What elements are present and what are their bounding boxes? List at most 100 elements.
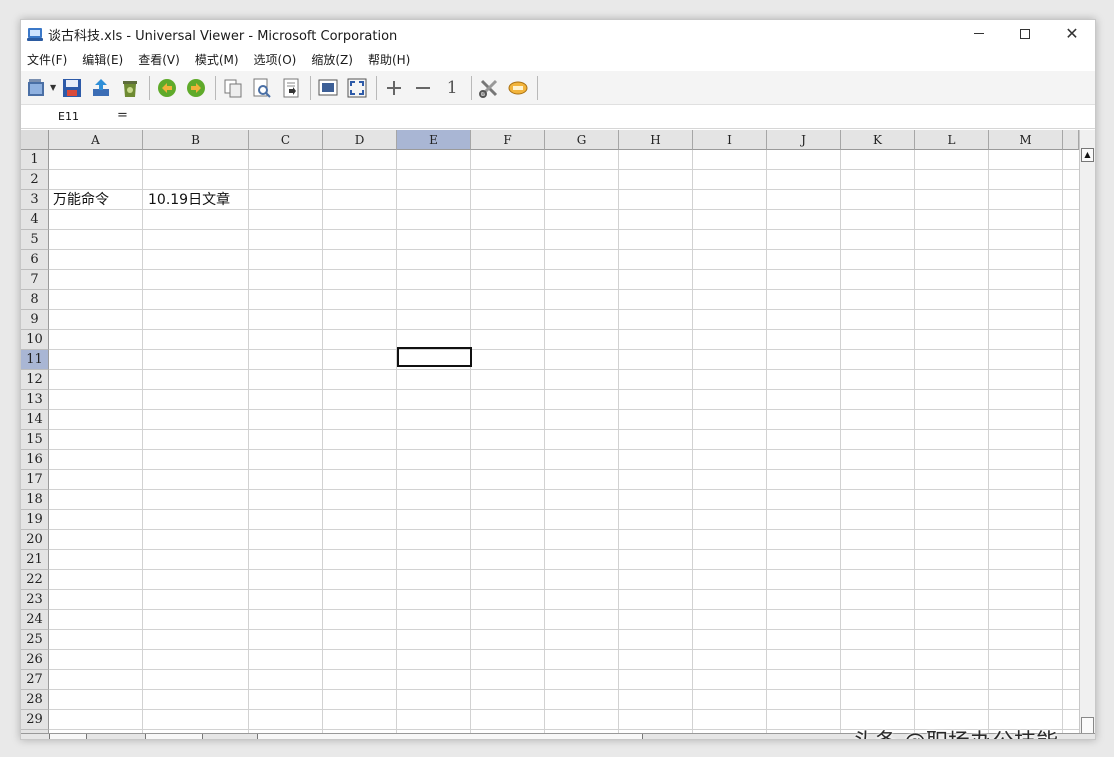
grid-line [49,629,1079,630]
row-header-19[interactable]: 19 [21,510,49,530]
row-header-13[interactable]: 13 [21,390,49,410]
grid-line [49,289,1079,290]
fit-window-icon [318,79,338,95]
menu-options[interactable]: 选项(O) [252,49,304,70]
save-button[interactable] [60,76,84,100]
column-header-h[interactable]: H [619,130,693,150]
row-header-1[interactable]: 1 [21,150,49,170]
row-header-6[interactable]: 6 [21,250,49,270]
column-header-k[interactable]: K [841,130,915,150]
row-header-29[interactable]: 29 [21,710,49,730]
copy-button[interactable] [221,76,245,100]
row-header-26[interactable]: 26 [21,650,49,670]
row-header-27[interactable]: 27 [21,670,49,690]
grid-line [49,689,1079,690]
sheet-tab[interactable] [49,734,87,739]
row-header-14[interactable]: 14 [21,410,49,430]
row-header-8[interactable]: 8 [21,290,49,310]
zoom-out-icon [416,86,431,89]
menu-edit[interactable]: 编辑(E) [80,49,130,70]
grid-line [49,169,1079,170]
active-cell-e11[interactable] [397,347,472,367]
row-header-18[interactable]: 18 [21,490,49,510]
select-all-corner[interactable] [21,130,49,150]
row-header-10[interactable]: 10 [21,330,49,350]
export-button[interactable] [89,76,113,100]
grid-line [49,389,1079,390]
menu-file[interactable]: 文件(F) [25,49,74,70]
menu-zoom[interactable]: 缩放(Z) [309,49,360,70]
zoom-out-button[interactable] [411,76,435,100]
open-icon [28,78,44,96]
menu-mode[interactable]: 模式(M) [193,49,246,70]
row-header-16[interactable]: 16 [21,450,49,470]
column-header-e[interactable]: E [397,130,471,150]
row-header-7[interactable]: 7 [21,270,49,290]
zoom-in-button[interactable] [382,76,406,100]
title-bar[interactable]: 谈古科技.xls - Universal Viewer - Microsoft … [21,20,1095,47]
column-header-j[interactable]: J [767,130,841,150]
row-header-4[interactable]: 4 [21,210,49,230]
row-header-11[interactable]: 11 [21,350,49,370]
column-header-i[interactable]: I [693,130,767,150]
row-header-20[interactable]: 20 [21,530,49,550]
cell-a2[interactable]: 万能命令 [53,190,109,210]
actual-size-button[interactable]: 1 [440,76,464,100]
delete-button[interactable] [118,76,142,100]
row-header-15[interactable]: 15 [21,430,49,450]
row-header-12[interactable]: 12 [21,370,49,390]
plugin-button[interactable] [506,76,530,100]
row-header-21[interactable]: 21 [21,550,49,570]
sheet-tab[interactable] [145,734,203,739]
column-header-b[interactable]: B [143,130,249,150]
tools-button[interactable] [477,76,501,100]
column-header-g[interactable]: G [545,130,619,150]
grid-line [49,569,1079,570]
grid-line [396,150,397,739]
row-header-3[interactable]: 3 [21,190,49,210]
close-button[interactable]: ✕ [1049,20,1095,47]
row-header-5[interactable]: 5 [21,230,49,250]
row-header-17[interactable]: 17 [21,470,49,490]
vertical-scrollbar[interactable]: ▲ [1079,130,1095,739]
column-header-d[interactable]: D [323,130,397,150]
open-button[interactable] [25,76,49,100]
page-button[interactable] [279,76,303,100]
formula-equals: = [117,108,128,123]
menu-view[interactable]: 查看(V) [136,49,187,70]
spreadsheet-grid[interactable]: A B C D E F G H I J K L M 1 2 3 4 5 6 7 8 9 10 11 12 13 14 15 16 17 18… [21,130,1095,739]
grid-line [49,309,1079,310]
column-header-f[interactable]: F [471,130,545,150]
row-header-24[interactable]: 24 [21,610,49,630]
menu-help[interactable]: 帮助(H) [366,49,417,70]
row-header-25[interactable]: 25 [21,630,49,650]
row-header-23[interactable]: 23 [21,590,49,610]
row-header-28[interactable]: 28 [21,690,49,710]
column-header-c[interactable]: C [249,130,323,150]
plugin-icon [508,81,528,94]
row-header-22[interactable]: 22 [21,570,49,590]
forward-button[interactable] [184,76,208,100]
scroll-up-icon[interactable]: ▲ [1081,148,1094,162]
cell-reference[interactable]: E11 [26,109,106,125]
page-icon [283,78,299,97]
fullscreen-button[interactable] [345,76,369,100]
toolbar-separator [310,75,312,100]
back-button[interactable] [155,76,179,100]
horizontal-scrollbar[interactable] [257,734,643,739]
open-dropdown-icon[interactable]: ▼ [50,83,56,92]
fit-window-button[interactable] [316,76,340,100]
column-header-m[interactable]: M [989,130,1063,150]
grid-line [49,669,1079,670]
row-header-2[interactable]: 2 [21,170,49,190]
column-header-l[interactable]: L [915,130,989,150]
column-header-a[interactable]: A [49,130,143,150]
minimize-button[interactable] [956,20,1002,47]
cell-b2[interactable]: 10.19日文章 [148,190,230,210]
grid-line [49,229,1079,230]
formula-input[interactable] [133,108,1083,124]
window-title: 谈古科技.xls - Universal Viewer - Microsoft … [48,29,398,44]
print-preview-button[interactable] [250,76,274,100]
row-header-9[interactable]: 9 [21,310,49,330]
maximize-button[interactable] [1002,20,1048,47]
